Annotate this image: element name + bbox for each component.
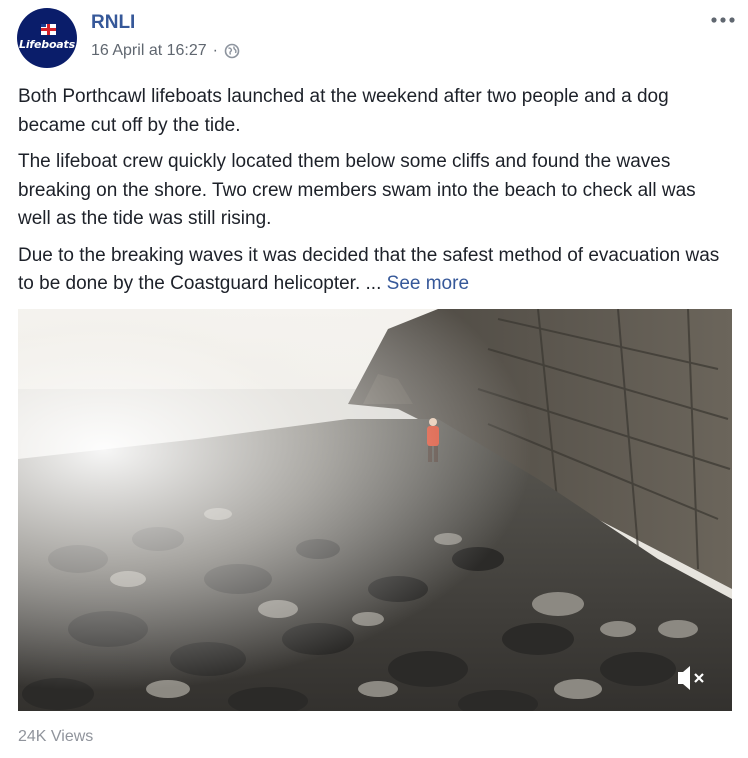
globe-icon[interactable]	[224, 43, 240, 59]
post-meta: 16 April at 16:27 ·	[91, 42, 240, 60]
video-frame	[18, 309, 732, 711]
post-paragraph-3-text: Due to the breaking waves it was decided…	[18, 244, 720, 295]
post-paragraph-3: Due to the breaking waves it was decided…	[18, 242, 733, 299]
avatar-logo-text: Lifeboats	[19, 38, 75, 51]
video-player[interactable]	[18, 309, 732, 711]
speaker-muted-icon[interactable]	[674, 663, 710, 693]
post-body: Both Porthcawl lifeboats launched at the…	[18, 83, 733, 307]
post-paragraph-1: Both Porthcawl lifeboats launched at the…	[18, 86, 669, 136]
post-timestamp[interactable]: 16 April at 16:27	[91, 42, 207, 60]
author-name[interactable]: RNLI	[91, 12, 135, 34]
view-count: 24K Views	[18, 728, 94, 745]
rnli-flag-icon	[41, 24, 56, 35]
see-more-link[interactable]: See more	[387, 273, 469, 294]
meta-separator: ·	[212, 42, 218, 59]
post-paragraph-2: The lifeboat crew quickly located them b…	[18, 151, 696, 229]
page-avatar[interactable]: Lifeboats	[17, 8, 77, 68]
ellipsis-icon[interactable]	[710, 10, 736, 30]
